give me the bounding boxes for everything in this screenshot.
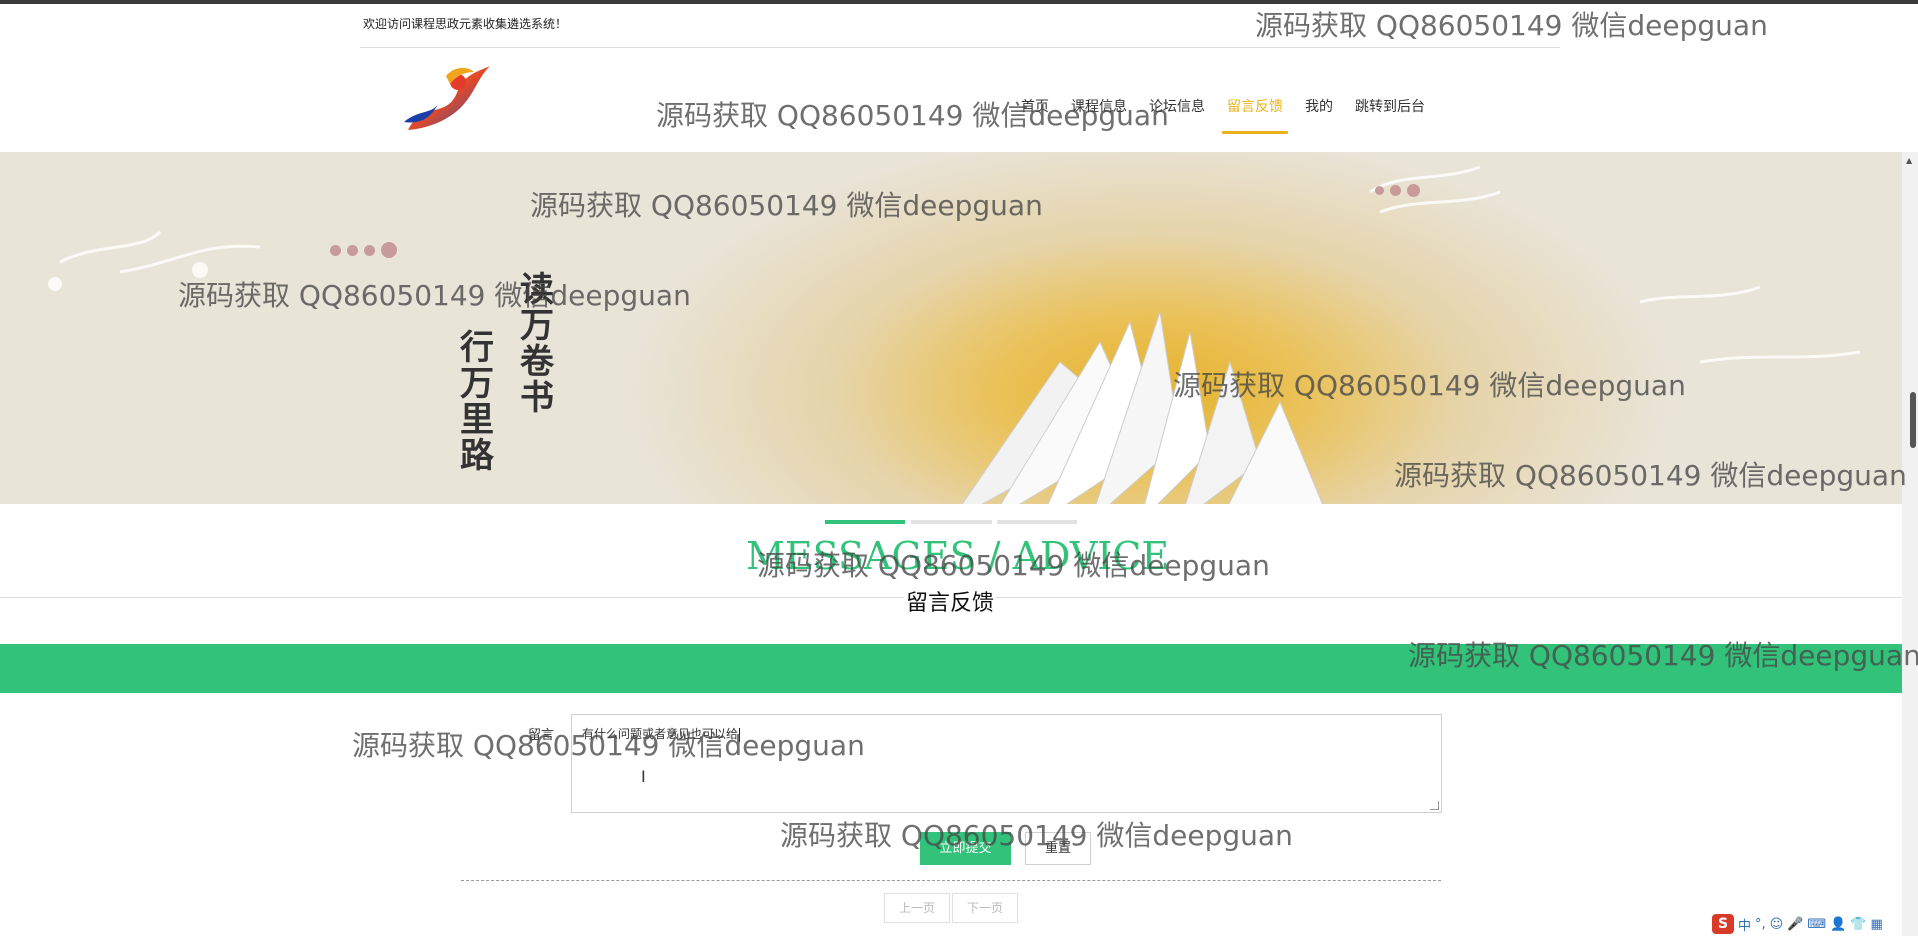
nav-admin[interactable]: 跳转到后台 [1344, 92, 1436, 132]
text-cursor-icon: I [641, 767, 646, 786]
phoenix-logo-icon[interactable] [398, 60, 494, 138]
nav-forum-info[interactable]: 论坛信息 [1138, 92, 1216, 132]
keyboard-icon[interactable]: ⌨ [1807, 917, 1826, 932]
ime-toolbar: S 中 °, ☺ 🎤 ⌨ 👤 👕 ▦ [1712, 914, 1883, 934]
prev-page-button[interactable]: 上一页 [884, 893, 950, 923]
nav-home[interactable]: 首页 [1010, 92, 1060, 132]
section-title-cn: 留言反馈 [904, 585, 997, 617]
nav-mine[interactable]: 我的 [1294, 92, 1344, 132]
carousel-indicator-3[interactable] [997, 520, 1077, 524]
nav-course-info[interactable]: 课程信息 [1060, 92, 1138, 132]
message-value: 有什么问题或者意见也可以给 [582, 727, 739, 741]
submit-button[interactable]: 立即提交 [920, 832, 1011, 865]
banner-carousel[interactable]: 读万卷书 行万里路 [0, 152, 1902, 504]
shirt-icon[interactable]: 👕 [1850, 917, 1866, 932]
header-divider [360, 47, 1560, 48]
microphone-icon[interactable]: 🎤 [1787, 917, 1803, 932]
section-title-en: MESSAGES / ADVICE [746, 534, 1170, 578]
ime-mode-text[interactable]: 中 [1738, 915, 1751, 934]
decor-dots-left [330, 242, 397, 258]
reset-button[interactable]: 重置 [1025, 832, 1091, 865]
banner-poem-line1: 读万卷书 [520, 270, 554, 418]
message-textarea[interactable]: 有什么问题或者意见也可以给 [571, 714, 1442, 813]
pagination: 上一页 下一页 [884, 893, 1018, 923]
welcome-text: 欢迎访问课程思政元素收集遴选系统！ [363, 17, 568, 31]
next-page-button[interactable]: 下一页 [952, 893, 1018, 923]
resize-handle-icon[interactable] [1430, 801, 1439, 810]
open-book-image [961, 311, 1324, 504]
scrollbar-thumb[interactable] [1910, 392, 1916, 448]
scroll-up-icon[interactable]: ▲ [1906, 156, 1912, 165]
nav-feedback[interactable]: 留言反馈 [1216, 92, 1294, 134]
message-label: 留言 [528, 728, 555, 743]
scrollbar[interactable] [1902, 152, 1918, 936]
carousel-indicator-2[interactable] [911, 520, 992, 524]
carousel-indicator-1[interactable] [825, 520, 905, 524]
user-icon[interactable]: 👤 [1830, 917, 1846, 932]
grid-icon[interactable]: ▦ [1871, 917, 1883, 932]
ime-punct-icon[interactable]: °, [1755, 917, 1766, 932]
sogou-logo-icon[interactable]: S [1712, 914, 1734, 934]
emoji-icon[interactable]: ☺ [1770, 917, 1784, 932]
main-nav: 首页 课程信息 论坛信息 留言反馈 我的 跳转到后台 [1010, 92, 1436, 134]
dashed-divider [461, 880, 1441, 881]
decor-dots-right [1375, 184, 1420, 197]
window-top-border [0, 0, 1918, 4]
watermark: 源码获取 QQ86050149 微信deepguan [1255, 9, 1768, 42]
banner-poem-line2: 行万里路 [460, 328, 494, 476]
section-banner-bar [0, 644, 1902, 693]
